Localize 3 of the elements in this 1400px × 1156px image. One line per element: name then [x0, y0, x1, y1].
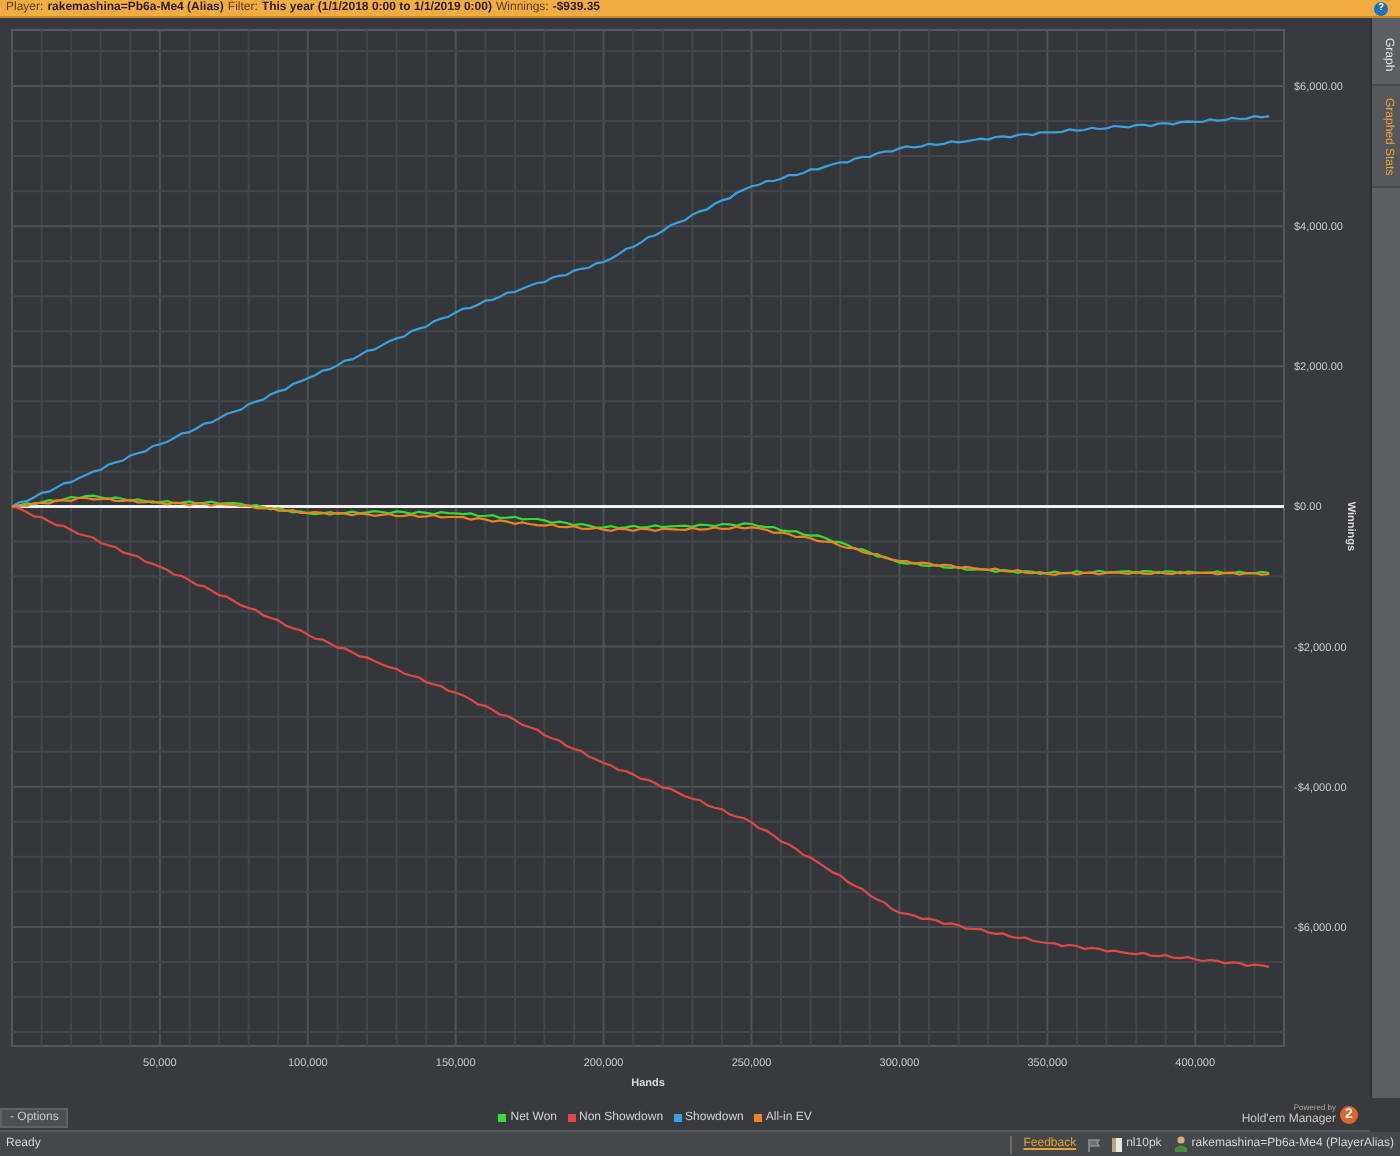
document-icon	[1112, 1137, 1123, 1152]
person-icon	[1173, 1136, 1188, 1153]
flag-icon[interactable]	[1088, 1137, 1101, 1152]
